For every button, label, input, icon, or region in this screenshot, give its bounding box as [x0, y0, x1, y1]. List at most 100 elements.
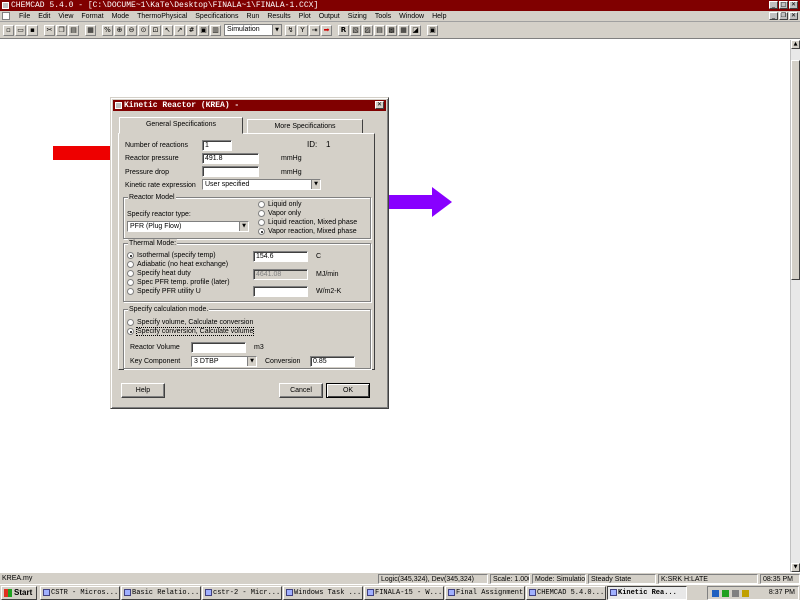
reactor-type-select[interactable]: PFR (Plug Flow) ▼: [127, 221, 249, 232]
dialog-title-bar[interactable]: Kinetic Reactor (KREA) - ✕: [113, 100, 386, 111]
utility-u-field[interactable]: [253, 286, 308, 297]
task-windows-task-manager[interactable]: Windows Task ...: [283, 586, 363, 600]
chevron-down-icon[interactable]: ▼: [247, 357, 256, 366]
save-icon[interactable]: ▪: [27, 24, 38, 36]
chevron-down-icon[interactable]: ▼: [239, 222, 248, 231]
close-button[interactable]: ✕: [789, 1, 798, 9]
product-stream-arrow-icon[interactable]: [388, 187, 454, 217]
menu-edit[interactable]: Edit: [34, 11, 54, 22]
maximize-button[interactable]: □: [779, 1, 788, 9]
doc-close-button[interactable]: ✕: [789, 12, 798, 20]
task-basic-relations[interactable]: Basic Relatio...: [121, 586, 201, 600]
plot-alt-icon[interactable]: ◪: [410, 24, 421, 36]
pointer-icon[interactable]: ↗: [174, 24, 185, 36]
vertical-scrollbar[interactable]: ▲ ▼: [790, 40, 800, 572]
new-file-icon[interactable]: ▫: [3, 24, 14, 36]
copy-icon[interactable]: ❐: [56, 24, 67, 36]
run-all-icon[interactable]: ↯: [285, 24, 296, 36]
minimize-button[interactable]: _: [769, 1, 778, 9]
radio-specify-conversion[interactable]: Specify conversion, Calculate volume: [127, 327, 255, 336]
clock[interactable]: 8:37 PM: [769, 587, 795, 599]
sizing-icon[interactable]: ▩: [386, 24, 397, 36]
menu-format[interactable]: Format: [77, 11, 107, 22]
volume-icon[interactable]: [732, 590, 739, 597]
key-component-select[interactable]: 3 DTBP ▼: [191, 356, 257, 367]
kinetic-rate-select[interactable]: User specified ▼: [202, 179, 321, 190]
menu-file[interactable]: File: [15, 11, 34, 22]
start-button[interactable]: Start: [1, 586, 37, 600]
dialog-close-button[interactable]: ✕: [375, 101, 384, 109]
tab-general-specifications[interactable]: General Specifications: [119, 117, 243, 134]
menu-mode[interactable]: Mode: [108, 11, 134, 22]
menu-results[interactable]: Results: [263, 11, 294, 22]
pressure-drop-field[interactable]: [202, 166, 259, 177]
radio-specify-volume[interactable]: Specify volume, Calculate conversion: [127, 319, 253, 326]
mode-select[interactable]: Simulation ▼: [224, 24, 282, 36]
scroll-thumb[interactable]: [791, 60, 800, 280]
results-r-icon[interactable]: R: [338, 24, 349, 36]
conversion-field[interactable]: 0.85: [310, 356, 355, 367]
task-final-assignment[interactable]: Final Assignment: [445, 586, 525, 600]
task-finala-15[interactable]: FINALA-15 - W...: [364, 586, 444, 600]
radio-liquid-only[interactable]: Liquid only: [258, 201, 301, 208]
chart-icon[interactable]: ▨: [362, 24, 373, 36]
radio-vapor-only[interactable]: Vapor only: [258, 210, 301, 217]
cancel-button[interactable]: Cancel: [279, 383, 323, 398]
run-y-icon[interactable]: Y: [297, 24, 308, 36]
menu-run[interactable]: Run: [242, 11, 263, 22]
radio-isothermal[interactable]: Isothermal (specify temp): [127, 252, 216, 259]
zoom-out-icon[interactable]: ⊖: [126, 24, 137, 36]
select-arrow-icon[interactable]: ↖: [162, 24, 173, 36]
open-folder-icon[interactable]: ▭: [15, 24, 26, 36]
help-button[interactable]: Help: [121, 383, 165, 398]
zoom-fit-icon[interactable]: ⊙: [138, 24, 149, 36]
ok-button[interactable]: OK: [326, 383, 370, 398]
num-reactions-field[interactable]: 1: [202, 140, 232, 151]
print-icon[interactable]: ▦: [85, 24, 96, 36]
run-arrow-icon[interactable]: ➡: [321, 24, 332, 36]
menu-help[interactable]: Help: [428, 11, 450, 22]
task-chemcad[interactable]: CHEMCAD 5.4.0...: [526, 586, 606, 600]
task-cstr-2[interactable]: cstr-2 - Micr...: [202, 586, 282, 600]
task-cstr-word[interactable]: CSTR - Micros...: [40, 586, 120, 600]
reactor-volume-field[interactable]: [191, 342, 246, 353]
zoom-area-icon[interactable]: ⊡: [150, 24, 161, 36]
paste-icon[interactable]: ▤: [68, 24, 79, 36]
document-icon[interactable]: [2, 12, 10, 20]
menu-window[interactable]: Window: [395, 11, 428, 22]
main-title-bar[interactable]: CHEMCAD 5.4.0 - [C:\DOCUME~1\KaTe\Deskto…: [0, 0, 800, 11]
radio-heat-duty[interactable]: Specify heat duty: [127, 270, 191, 277]
zoom-percent-icon[interactable]: %: [102, 24, 113, 36]
radio-liquid-reaction-mixed[interactable]: Liquid reaction, Mixed phase: [258, 219, 357, 226]
chevron-down-icon[interactable]: ▼: [272, 25, 281, 35]
radio-pfr-utility-u[interactable]: Specify PFR utility U: [127, 288, 201, 295]
menu-view[interactable]: View: [54, 11, 77, 22]
chevron-down-icon[interactable]: ▼: [311, 180, 320, 189]
temperature-field[interactable]: 154.6: [253, 251, 308, 262]
layout-icon[interactable]: ▣: [198, 24, 209, 36]
network-icon[interactable]: [712, 590, 719, 597]
cut-icon[interactable]: ✂: [44, 24, 55, 36]
menu-sizing[interactable]: Sizing: [344, 11, 371, 22]
settings-icon[interactable]: ▣: [427, 24, 438, 36]
menu-plot[interactable]: Plot: [295, 11, 315, 22]
scroll-down-icon[interactable]: ▼: [791, 563, 800, 572]
antivirus-icon[interactable]: [722, 590, 729, 597]
radio-pfr-temp-profile[interactable]: Spec PFR temp. profile (later): [127, 279, 230, 286]
doc-minimize-button[interactable]: _: [769, 12, 778, 20]
feed-stream[interactable]: [53, 146, 111, 160]
heat-duty-field[interactable]: 4641.08: [253, 269, 308, 280]
grid-icon[interactable]: #: [186, 24, 197, 36]
radio-adiabatic[interactable]: Adiabatic (no heat exchange): [127, 261, 228, 268]
plot-icon[interactable]: ▧: [350, 24, 361, 36]
zoom-in-icon[interactable]: ⊕: [114, 24, 125, 36]
report-icon[interactable]: ▤: [374, 24, 385, 36]
doc-restore-button[interactable]: ❐: [779, 12, 788, 20]
messenger-icon[interactable]: [742, 590, 749, 597]
table-icon[interactable]: ▦: [398, 24, 409, 36]
run-step-icon[interactable]: ⇥: [309, 24, 320, 36]
reactor-pressure-field[interactable]: 491.8: [202, 153, 259, 164]
palette-icon[interactable]: ▥: [210, 24, 221, 36]
tab-more-specifications[interactable]: More Specifications: [247, 119, 363, 134]
radio-vapor-reaction-mixed[interactable]: Vapor reaction, Mixed phase: [258, 228, 357, 235]
